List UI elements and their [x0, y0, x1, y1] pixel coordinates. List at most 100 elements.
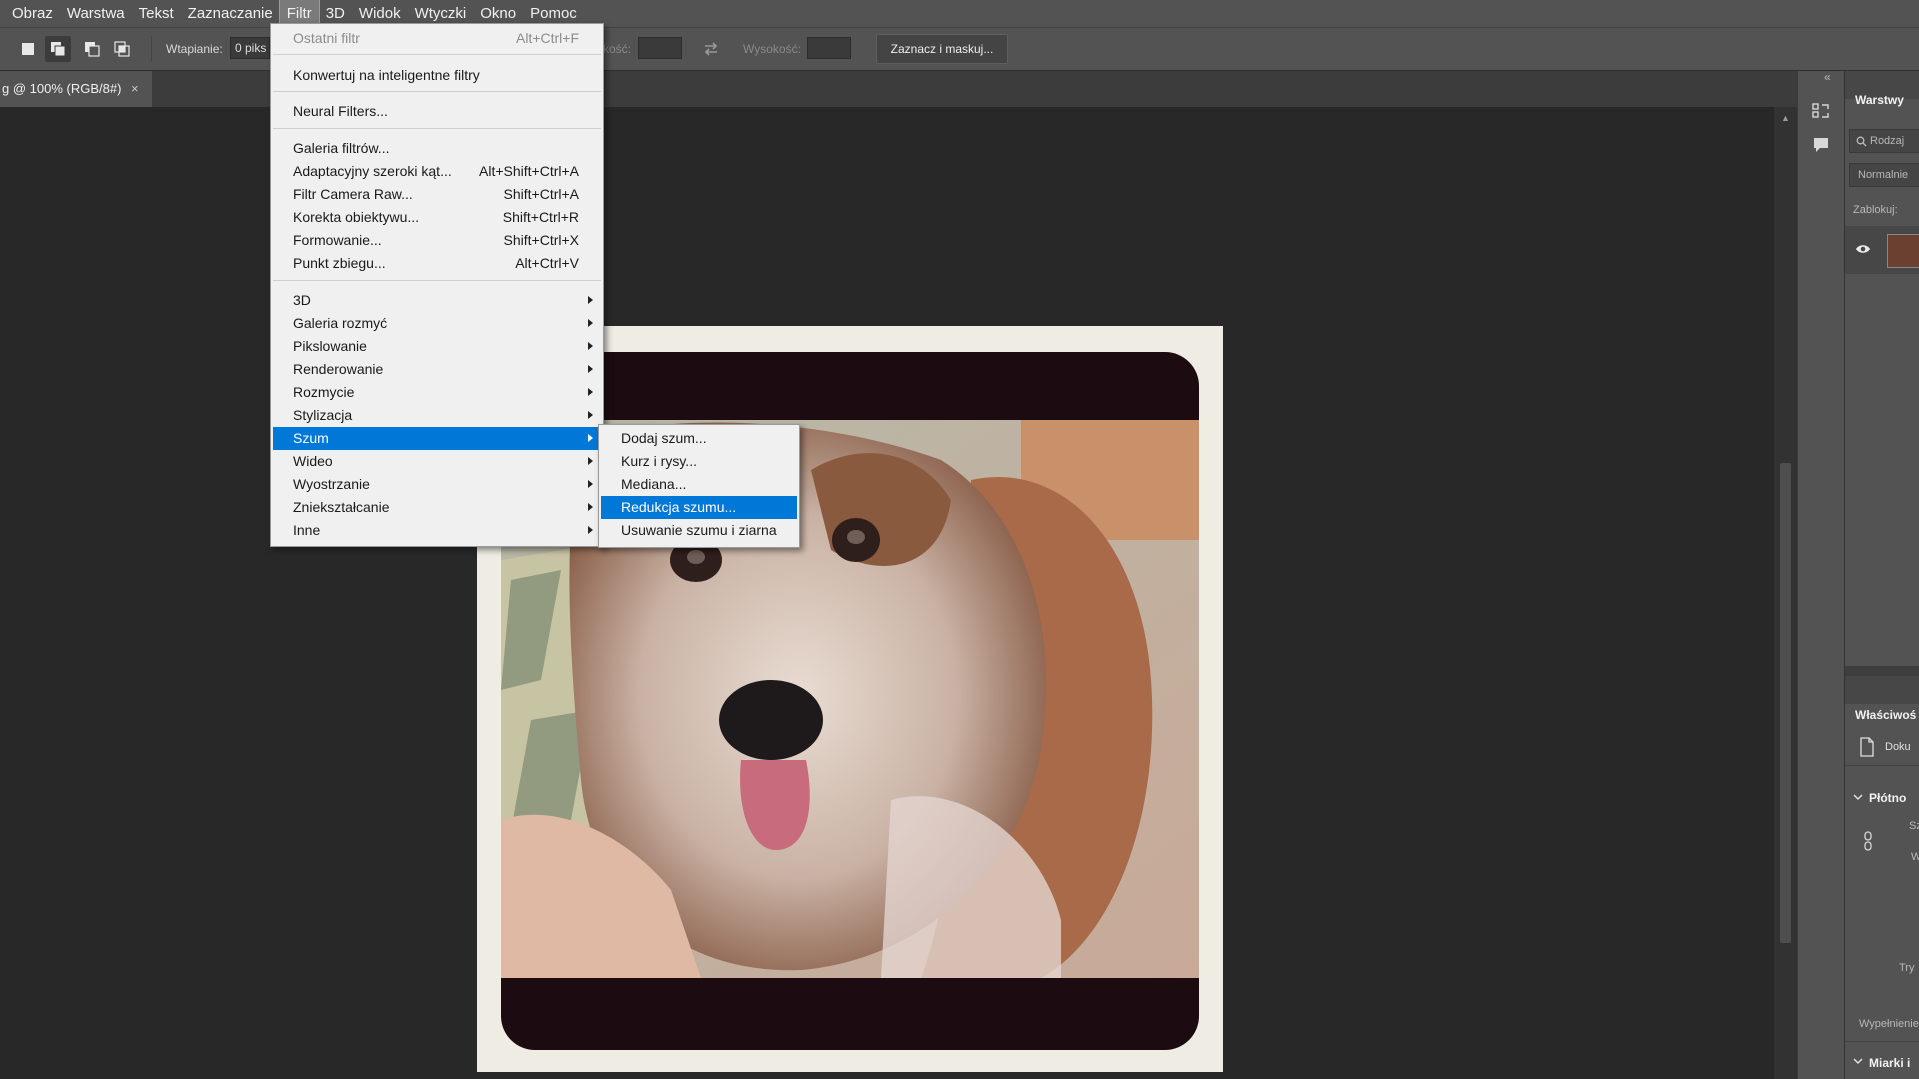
submenu-pixelate[interactable]: Pikslowanie	[273, 335, 601, 358]
menu-item-adaptive-wide-angle[interactable]: Adaptacyjny szeroki kąt... Alt+Shift+Ctr…	[273, 160, 601, 183]
rulers-section-title[interactable]: Miarki i	[1869, 1056, 1910, 1070]
submenu-arrow-icon	[588, 434, 593, 442]
submenu-arrow-icon	[588, 365, 593, 373]
menu-item-label: Adaptacyjny szeroki kąt...	[293, 163, 452, 179]
blend-mode-select[interactable]: Normalnie	[1849, 163, 1919, 187]
submenu-arrow-icon	[588, 526, 593, 534]
menu-obraz[interactable]: Obraz	[0, 0, 60, 27]
canvas-vertical-scrollbar[interactable]: ▲	[1774, 107, 1797, 1079]
eye-visibility-icon[interactable]	[1855, 243, 1871, 255]
menu-item-convert-smart-filters[interactable]: Konwertuj na inteligentne filtry	[273, 64, 601, 87]
menu-item-label: Filtr Camera Raw...	[293, 186, 413, 202]
menu-item-label: Punkt zbiegu...	[293, 255, 386, 271]
swap-dimensions-icon[interactable]	[702, 40, 720, 58]
menu-item-reduce-noise[interactable]: Redukcja szumu...	[601, 496, 797, 519]
menu-separator	[273, 54, 601, 55]
document-icon	[1860, 737, 1874, 757]
layer-kind-filter[interactable]: Rodzaj	[1849, 129, 1919, 153]
menu-item-camera-raw[interactable]: Filtr Camera Raw... Shift+Ctrl+A	[273, 183, 601, 206]
menu-item-label: Formowanie...	[293, 232, 382, 248]
submenu-video[interactable]: Wideo	[273, 450, 601, 473]
add-selection-button[interactable]	[45, 36, 71, 62]
height-label: Wysokość:	[743, 42, 801, 56]
panel-separator	[1845, 666, 1919, 676]
menu-item-lens-correction[interactable]: Korekta obiektywu... Shift+Ctrl+R	[273, 206, 601, 229]
menu-item-label: Galeria filtrów...	[293, 140, 390, 156]
menu-zaznaczanie[interactable]: Zaznaczanie	[181, 0, 280, 27]
menu-item-shortcut: Alt+Shift+Ctrl+A	[479, 163, 579, 179]
chevron-down-icon[interactable]	[1853, 794, 1863, 801]
scrollbar-thumb[interactable]	[1780, 463, 1791, 943]
layer-thumbnail	[1887, 234, 1919, 268]
add-selection-icon	[51, 42, 66, 57]
submenu-arrow-icon	[588, 388, 593, 396]
width-label: kość:	[603, 42, 632, 56]
layers-tab[interactable]: Warstwy	[1855, 93, 1904, 107]
subtract-selection-icon[interactable]	[84, 41, 100, 57]
document-tab-title: g @ 100% (RGB/8#)	[2, 81, 122, 96]
menu-item-label: Rozmycie	[293, 384, 355, 400]
comments-icon[interactable]	[1811, 135, 1831, 155]
collapse-panels-icon[interactable]: «	[1824, 70, 1831, 84]
new-selection-icon[interactable]	[20, 41, 36, 57]
blend-mode-value: Normalnie	[1858, 169, 1909, 181]
menu-item-label: Korekta obiektywu...	[293, 209, 420, 225]
submenu-3d[interactable]: 3D	[273, 289, 601, 312]
submenu-other[interactable]: Inne	[273, 519, 601, 542]
document-label: Doku	[1885, 741, 1911, 753]
menu-item-label: Neural Filters...	[293, 103, 388, 119]
menu-warstwa[interactable]: Warstwa	[60, 0, 132, 27]
submenu-stylize[interactable]: Stylizacja	[273, 404, 601, 427]
properties-tab[interactable]: Właściwoś	[1855, 708, 1916, 722]
history-icon[interactable]	[1811, 101, 1831, 121]
menu-item-label: Galeria rozmyć	[293, 315, 388, 331]
submenu-arrow-icon	[588, 503, 593, 511]
menu-item-label: 3D	[293, 292, 311, 308]
menu-item-vanishing-point[interactable]: Punkt zbiegu... Alt+Ctrl+V	[273, 252, 601, 275]
menu-item-label: Szum	[293, 430, 329, 446]
height-input[interactable]	[807, 37, 851, 59]
panel-icon-strip	[1797, 71, 1844, 1079]
menu-item-label: Stylizacja	[293, 407, 353, 423]
menu-item-dust-scratches[interactable]: Kurz i rysy...	[601, 450, 797, 473]
menu-item-label: Zniekształcanie	[293, 499, 390, 515]
properties-tab-bar	[1845, 676, 1919, 704]
menu-item-median[interactable]: Mediana...	[601, 473, 797, 496]
menu-item-add-noise[interactable]: Dodaj szum...	[601, 427, 797, 450]
width-input[interactable]	[638, 37, 682, 59]
menu-item-liquify[interactable]: Formowanie... Shift+Ctrl+X	[273, 229, 601, 252]
submenu-blur-gallery[interactable]: Galeria rozmyć	[273, 312, 601, 335]
menu-separator	[273, 280, 601, 281]
submenu-blur[interactable]: Rozmycie	[273, 381, 601, 404]
feather-input[interactable]: 0 piks	[230, 37, 270, 59]
width-short-label: Sz	[1909, 820, 1919, 832]
menu-separator	[273, 128, 601, 129]
menu-item-neural-filters[interactable]: Neural Filters...	[273, 100, 601, 123]
close-tab-icon[interactable]: ×	[131, 71, 139, 107]
submenu-sharpen[interactable]: Wyostrzanie	[273, 473, 601, 496]
canvas-section-title[interactable]: Płótno	[1869, 791, 1906, 805]
document-tab[interactable]: g @ 100% (RGB/8#) ×	[0, 71, 152, 107]
link-icon[interactable]	[1863, 831, 1873, 851]
menu-item-label: Usuwanie szumu i ziarna	[621, 522, 777, 538]
noise-submenu: Dodaj szum... Kurz i rysy... Mediana... …	[598, 424, 800, 548]
menu-item-last-filter[interactable]: Ostatni filtr Alt+Ctrl+F	[273, 27, 601, 50]
submenu-arrow-icon	[588, 480, 593, 488]
menu-item-remove-noise-grain[interactable]: Usuwanie szumu i ziarna	[601, 519, 797, 542]
menu-item-filter-gallery[interactable]: Galeria filtrów...	[273, 137, 601, 160]
chevron-down-icon[interactable]	[1853, 1058, 1863, 1065]
menu-item-shortcut: Alt+Ctrl+F	[515, 30, 579, 46]
submenu-noise[interactable]: Szum	[273, 427, 601, 450]
select-and-mask-button[interactable]: Zaznacz i maskuj...	[876, 34, 1008, 64]
menu-item-label: Dodaj szum...	[621, 430, 707, 446]
submenu-arrow-icon	[588, 411, 593, 419]
scroll-up-icon[interactable]: ▲	[1781, 113, 1790, 123]
layer-row[interactable]	[1845, 226, 1919, 274]
intersect-selection-icon[interactable]	[114, 41, 130, 57]
filter-menu: Ostatni filtr Alt+Ctrl+F Konwertuj na in…	[270, 23, 604, 547]
fill-label: Wypełnienie	[1859, 1018, 1919, 1030]
options-divider	[151, 36, 152, 62]
submenu-distort[interactable]: Zniekształcanie	[273, 496, 601, 519]
submenu-render[interactable]: Renderowanie	[273, 358, 601, 381]
menu-tekst[interactable]: Tekst	[132, 0, 181, 27]
